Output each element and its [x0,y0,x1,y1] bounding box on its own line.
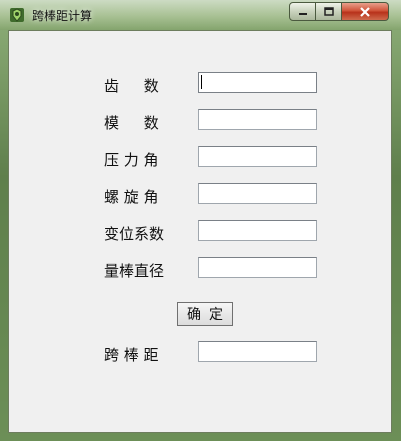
module-input[interactable] [198,109,317,130]
teeth-label: 齿 数 [104,77,159,95]
teeth-input[interactable] [198,72,317,93]
shift-coefficient-input[interactable] [198,220,317,241]
helix-angle-input[interactable] [198,183,317,204]
helix-angle-label: 螺 旋 角 [104,188,159,206]
module-label: 模 数 [104,114,159,132]
maximize-icon [323,7,334,16]
text-caret [201,75,202,89]
rod-diameter-input[interactable] [198,257,317,278]
minimize-icon [298,12,307,15]
shift-coefficient-label: 变位系数 [104,225,165,243]
confirm-button[interactable]: 确定 [177,302,233,326]
over-pin-distance-output[interactable] [198,341,317,362]
app-icon [10,8,24,22]
close-icon [360,6,370,17]
pressure-angle-label: 压 力 角 [104,151,159,169]
window-title: 跨棒距计算 [32,9,93,23]
minimize-button[interactable] [289,2,316,21]
pressure-angle-input[interactable] [198,146,317,167]
rod-diameter-label: 量棒直径 [104,262,165,280]
maximize-button[interactable] [316,2,342,21]
title-bar[interactable]: 跨棒距计算 [0,0,401,30]
close-button[interactable] [342,2,389,21]
caption-buttons [289,2,393,21]
over-pin-distance-label: 跨 棒 距 [104,346,159,364]
form-panel: 齿 数 模 数 压 力 角 螺 旋 角 变位系数 量棒直径 确定 跨 棒 距 [8,30,392,433]
app-window: 跨棒距计算 齿 数 模 数 压 力 角 螺 旋 角 变位系数 量棒直径 确定 跨… [0,0,401,441]
